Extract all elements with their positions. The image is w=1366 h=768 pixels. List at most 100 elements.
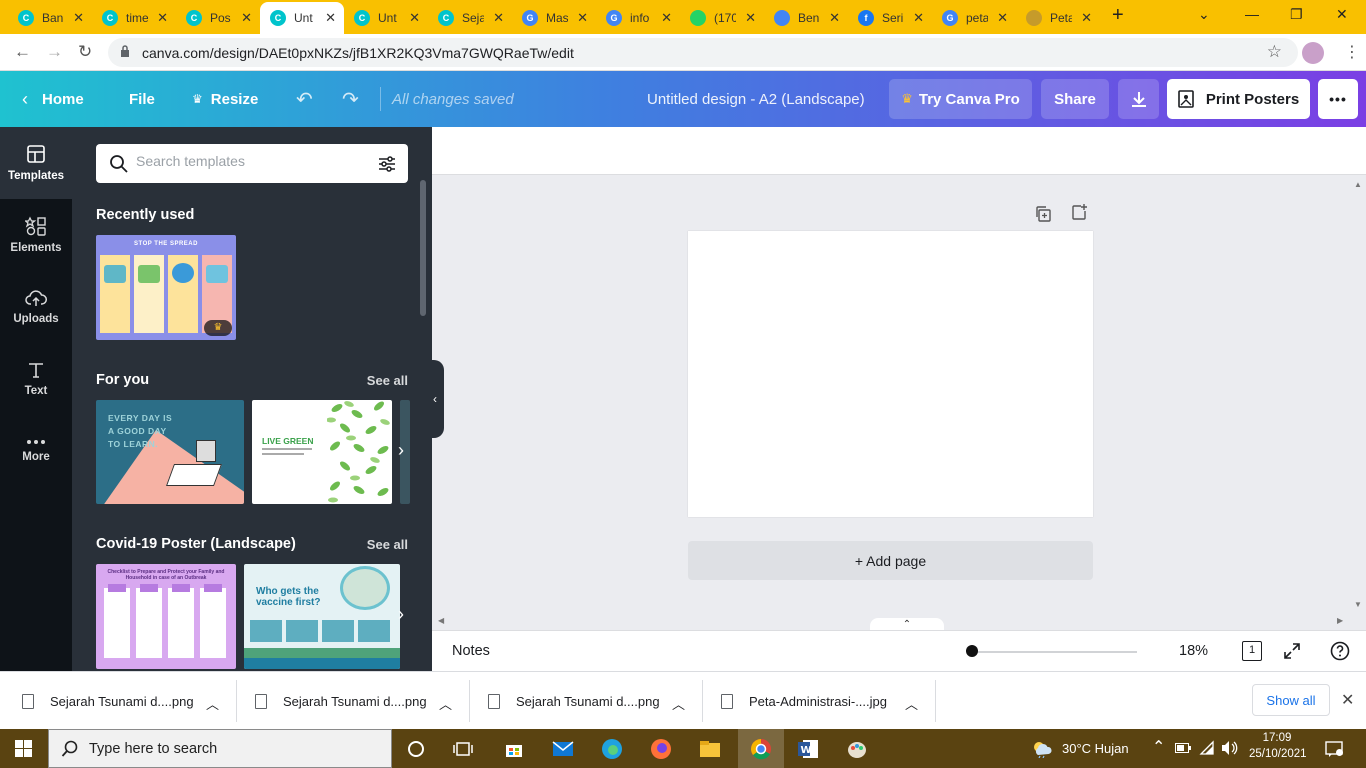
- word-icon[interactable]: W: [797, 738, 819, 760]
- browser-tab[interactable]: (170 ✕: [680, 2, 764, 34]
- zoom-slider-handle[interactable]: [966, 645, 978, 657]
- clock-time[interactable]: 17:09: [1251, 732, 1303, 744]
- bookmark-star-icon[interactable]: ☆: [1267, 42, 1282, 62]
- home-button[interactable]: ‹ Home: [22, 71, 84, 127]
- chrome-menu-icon[interactable]: ⋮: [1344, 42, 1360, 62]
- tab-close-icon[interactable]: ✕: [493, 10, 504, 26]
- file-menu-button[interactable]: File: [129, 71, 155, 127]
- browser-tab[interactable]: C Pos ✕: [176, 2, 260, 34]
- clock-date[interactable]: 25/10/2021: [1249, 748, 1307, 760]
- resize-button[interactable]: ♛ Resize: [192, 71, 258, 127]
- panel-scrollbar[interactable]: [420, 180, 426, 316]
- download-button[interactable]: [1118, 79, 1159, 119]
- more-options-button[interactable]: •••: [1318, 79, 1358, 119]
- try-canva-pro-button[interactable]: ♛ Try Canva Pro: [889, 79, 1032, 119]
- browser-tab[interactable]: Peta ✕: [1016, 2, 1100, 34]
- zoom-level[interactable]: 18%: [1179, 643, 1208, 659]
- tab-close-icon[interactable]: ✕: [409, 10, 420, 26]
- browser-tab[interactable]: C Unt ✕: [344, 2, 428, 34]
- browser-tab[interactable]: C Unt ✕: [260, 2, 344, 34]
- tab-close-icon[interactable]: ✕: [1081, 10, 1092, 26]
- close-shelf-icon[interactable]: ✕: [1341, 690, 1354, 710]
- tab-close-icon[interactable]: ✕: [577, 10, 588, 26]
- browser-tab[interactable]: Ginfo ✕: [596, 2, 680, 34]
- rail-item-text[interactable]: Text: [0, 343, 72, 415]
- wifi-icon[interactable]: [1199, 740, 1215, 756]
- battery-icon[interactable]: [1175, 743, 1191, 753]
- firefox-icon[interactable]: [650, 738, 672, 760]
- print-posters-button[interactable]: Print Posters: [1167, 79, 1310, 119]
- search-input[interactable]: [136, 153, 366, 169]
- rail-item-uploads[interactable]: Uploads: [0, 271, 72, 343]
- forward-icon[interactable]: →: [46, 42, 63, 62]
- browser-tab[interactable]: C Ban ✕: [8, 2, 92, 34]
- add-page-button[interactable]: + Add page: [688, 541, 1093, 580]
- paint-icon[interactable]: [846, 738, 868, 760]
- download-item[interactable]: Sejarah Tsunami d....png: [255, 672, 427, 730]
- url-bar[interactable]: canva.com/design/DAEt0pxNKZs/jfB1XR2KQ3V…: [108, 38, 1298, 67]
- file-explorer-icon[interactable]: [699, 738, 721, 760]
- reload-icon[interactable]: ↻: [78, 42, 92, 62]
- template-thumb-live-green[interactable]: LIVE GREEN: [252, 400, 392, 504]
- tray-expand-chevron-icon[interactable]: ⌃: [1152, 737, 1165, 757]
- volume-icon[interactable]: [1221, 740, 1239, 756]
- download-item[interactable]: Sejarah Tsunami d....png: [22, 672, 194, 730]
- design-title[interactable]: Untitled design - A2 (Landscape): [647, 71, 865, 127]
- store-icon[interactable]: [503, 738, 525, 760]
- download-options-chevron-icon[interactable]: ︿: [206, 694, 219, 713]
- scroll-up-icon[interactable]: ▲: [1354, 180, 1362, 189]
- edge-icon[interactable]: [601, 738, 623, 760]
- for-you-see-all-link[interactable]: See all: [367, 373, 408, 388]
- download-options-chevron-icon[interactable]: ︿: [672, 694, 685, 713]
- download-item[interactable]: Sejarah Tsunami d....png: [488, 672, 660, 730]
- maximize-icon[interactable]: ❐: [1290, 6, 1303, 23]
- scroll-down-icon[interactable]: ▼: [1354, 600, 1362, 609]
- weather-rain-icon[interactable]: [1030, 740, 1054, 758]
- add-page-icon[interactable]: [1070, 203, 1088, 221]
- rail-item-elements[interactable]: Elements: [0, 199, 72, 271]
- page-count-icon[interactable]: 1: [1242, 641, 1262, 661]
- duplicate-page-icon[interactable]: [1034, 205, 1052, 223]
- browser-tab[interactable]: Ctime ✕: [92, 2, 176, 34]
- browser-tab[interactable]: G Mas ✕: [512, 2, 596, 34]
- help-icon[interactable]: [1330, 641, 1350, 661]
- scroll-right-icon[interactable]: ▶: [1337, 616, 1343, 625]
- template-thumb-checklist[interactable]: Checklist to Prepare and Protect your Fa…: [96, 564, 236, 669]
- undo-icon[interactable]: ↶: [296, 71, 313, 127]
- tab-close-icon[interactable]: ✕: [997, 10, 1008, 26]
- cortana-icon[interactable]: [405, 738, 427, 760]
- notes-button[interactable]: Notes: [452, 643, 490, 659]
- tab-close-icon[interactable]: ✕: [661, 10, 672, 26]
- back-icon[interactable]: ←: [14, 42, 31, 62]
- download-options-chevron-icon[interactable]: ︿: [905, 694, 918, 713]
- taskbar-search-box[interactable]: Type here to search: [48, 729, 392, 768]
- download-item[interactable]: Peta-Administrasi-....jpg: [721, 672, 887, 730]
- tab-close-icon[interactable]: ✕: [745, 10, 756, 26]
- mail-icon[interactable]: [552, 738, 574, 760]
- windows-start-icon[interactable]: [15, 740, 32, 757]
- download-options-chevron-icon[interactable]: ︿: [439, 694, 452, 713]
- notifications-icon[interactable]: [1325, 740, 1343, 758]
- browser-tab[interactable]: Gpeta ✕: [932, 2, 1016, 34]
- profile-avatar[interactable]: [1302, 42, 1324, 64]
- window-close-icon[interactable]: ✕: [1336, 6, 1348, 23]
- template-thumb-vaccine[interactable]: Who gets the vaccine first?: [244, 564, 400, 669]
- rail-item-more[interactable]: More: [0, 415, 72, 487]
- covid-see-all-link[interactable]: See all: [367, 537, 408, 552]
- redo-icon[interactable]: ↷: [342, 71, 359, 127]
- design-page[interactable]: [688, 231, 1093, 517]
- task-view-icon[interactable]: [452, 738, 474, 760]
- tab-close-icon[interactable]: ✕: [73, 10, 84, 26]
- zoom-slider-track[interactable]: [972, 651, 1137, 653]
- fullscreen-icon[interactable]: [1283, 642, 1301, 660]
- tab-close-icon[interactable]: ✕: [829, 10, 840, 26]
- tab-close-icon[interactable]: ✕: [241, 10, 252, 26]
- tab-search-icon[interactable]: ⌄: [1198, 6, 1210, 23]
- share-button[interactable]: Share: [1041, 79, 1109, 119]
- minimize-icon[interactable]: —: [1245, 6, 1259, 22]
- tab-close-icon[interactable]: ✕: [325, 10, 336, 26]
- show-all-downloads-button[interactable]: Show all: [1252, 684, 1330, 716]
- template-search-box[interactable]: [96, 144, 408, 183]
- browser-tab[interactable]: C Seja ✕: [428, 2, 512, 34]
- browser-tab[interactable]: f Seri ✕: [848, 2, 932, 34]
